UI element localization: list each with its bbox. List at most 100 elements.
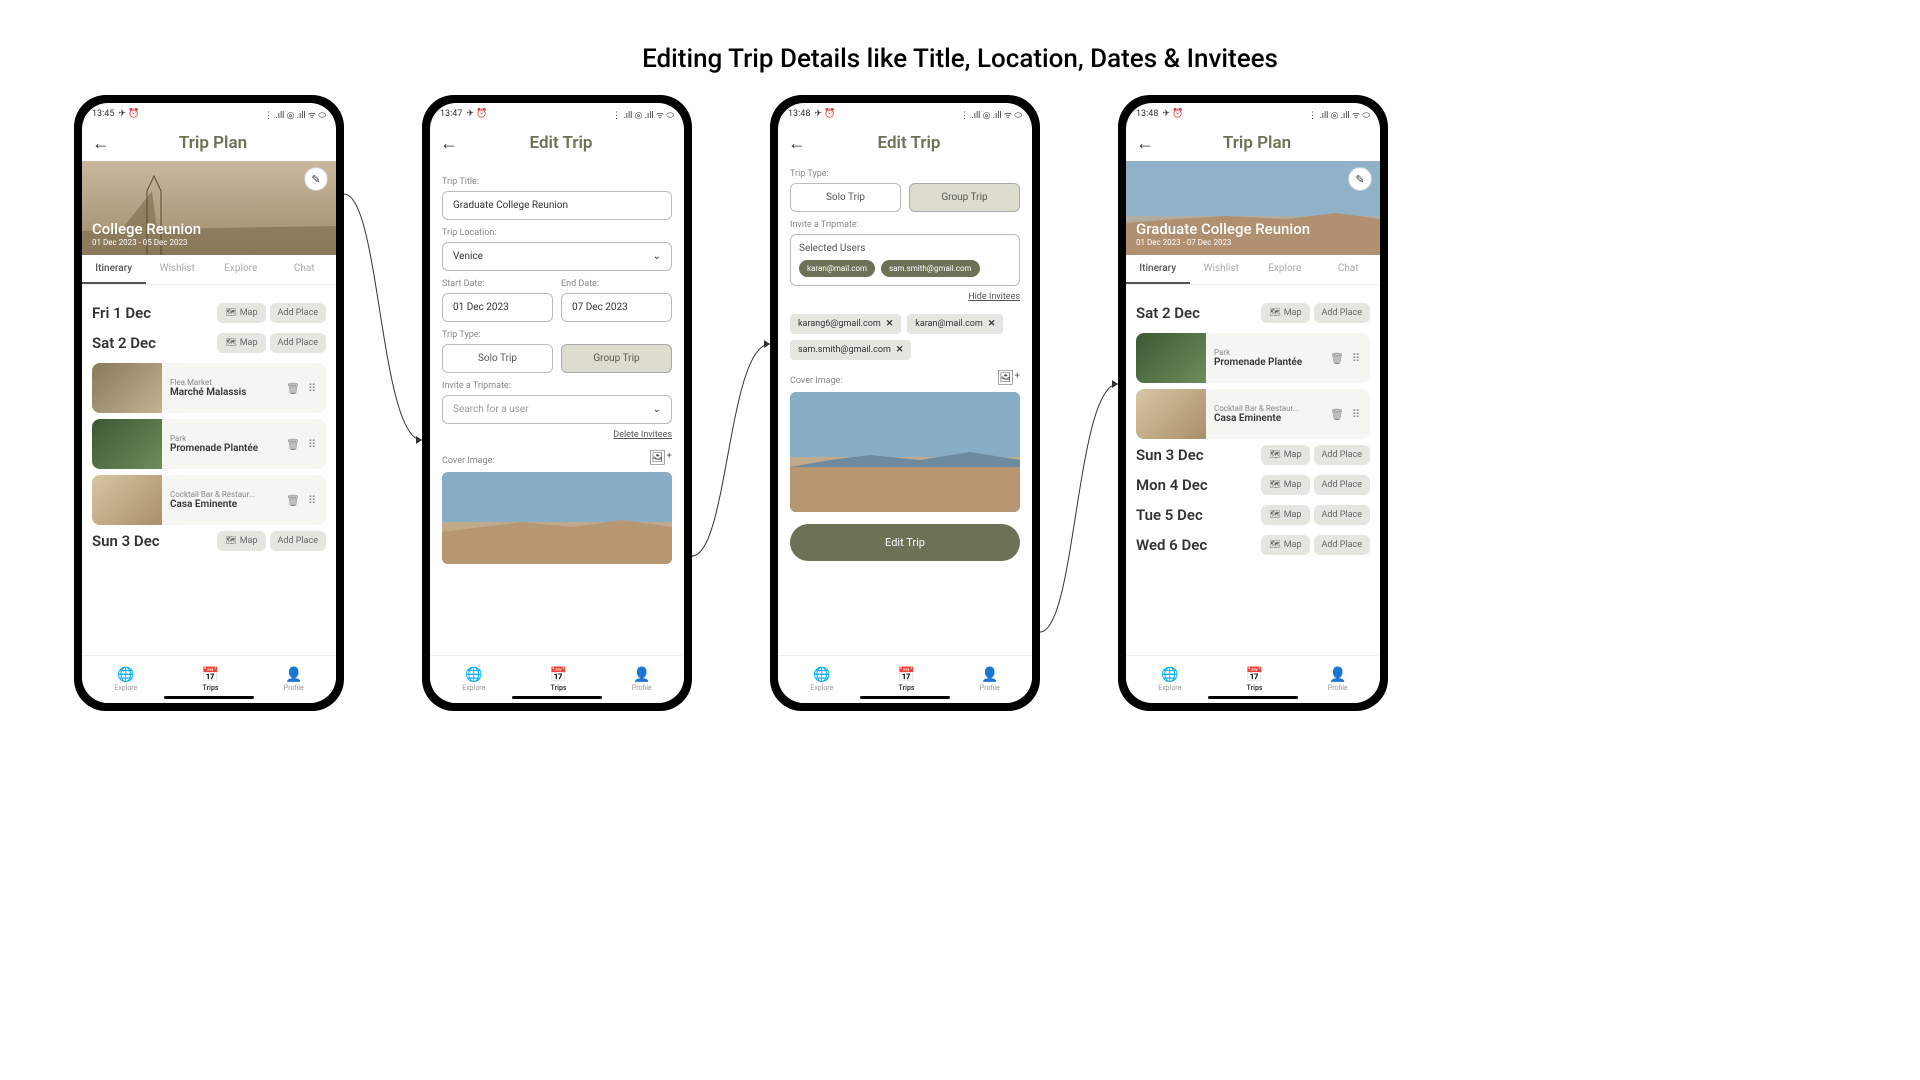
back-arrow-icon[interactable]: ← — [440, 133, 458, 154]
drag-handle-icon[interactable]: ⠿ — [1352, 408, 1360, 421]
place-card[interactable]: ParkPromenade Plantée 🗑⠿ — [1136, 333, 1370, 383]
edit-trip-button[interactable]: ✎ — [1348, 167, 1372, 191]
day-header: Sat 2 Dec — [1136, 304, 1200, 322]
add-place-button[interactable]: Add Place — [1314, 303, 1371, 323]
place-card[interactable]: Cocktail Bar & Restaur...Casa Eminente 🗑… — [1136, 389, 1370, 439]
delete-icon[interactable]: 🗑 — [286, 382, 300, 395]
map-button[interactable]: 🗺Map — [1261, 505, 1309, 525]
cover-image-preview[interactable] — [442, 472, 672, 564]
drag-handle-icon[interactable]: ⠿ — [308, 438, 316, 451]
place-card[interactable]: ParkPromenade Plantée 🗑⠿ — [92, 419, 326, 469]
place-card[interactable]: Cocktail Bar & Restaur...Casa Eminente 🗑… — [92, 475, 326, 525]
user-search-select[interactable]: Search for a user⌄ — [442, 395, 672, 424]
close-icon[interactable]: ✕ — [896, 345, 904, 355]
day-header: Tue 5 Dec — [1136, 506, 1203, 524]
tab-wishlist[interactable]: Wishlist — [1190, 255, 1254, 284]
solo-trip-button[interactable]: Solo Trip — [790, 183, 901, 212]
invitee-chip[interactable]: karang6@gmail.com✕ — [790, 314, 901, 334]
nav-trips[interactable]: 📅Trips — [202, 667, 219, 692]
phone-frame-1: 13:45✈ ⏰ ⋮ .ıll ◎ .ıll ᯤ ⬭ ← Trip Plan ✎… — [74, 95, 344, 711]
invitee-chip[interactable]: sam.smith@gmail.com✕ — [790, 340, 911, 360]
edit-trip-button[interactable]: ✎ — [304, 167, 328, 191]
hide-invitees-link[interactable]: Hide Invitees — [790, 292, 1020, 302]
nav-profile[interactable]: 👤Profile — [980, 667, 1000, 692]
close-icon[interactable]: ✕ — [886, 319, 894, 329]
nav-explore[interactable]: 🌐Explore — [1158, 667, 1181, 692]
tab-chat[interactable]: Chat — [273, 255, 337, 284]
cover-image-preview[interactable] — [790, 392, 1020, 512]
trip-location-select[interactable]: Venice⌄ — [442, 242, 672, 271]
map-button[interactable]: 🗺Map — [1261, 303, 1309, 323]
tab-itinerary[interactable]: Itinerary — [1126, 255, 1190, 284]
drag-handle-icon[interactable]: ⠿ — [1352, 352, 1360, 365]
add-place-button[interactable]: Add Place — [1314, 475, 1371, 495]
delete-icon[interactable]: 🗑 — [1330, 408, 1344, 421]
tab-wishlist[interactable]: Wishlist — [146, 255, 210, 284]
nav-explore[interactable]: 🌐Explore — [462, 667, 485, 692]
delete-invitees-link[interactable]: Delete Invitees — [442, 430, 672, 440]
delete-icon[interactable]: 🗑 — [286, 438, 300, 451]
map-button[interactable]: 🗺Map — [217, 333, 265, 353]
tab-itinerary[interactable]: Itinerary — [82, 255, 146, 284]
delete-icon[interactable]: 🗑 — [286, 494, 300, 507]
screen-title: Edit Trip — [468, 133, 654, 153]
place-card[interactable]: Flea MarketMarché Malassis 🗑⠿ — [92, 363, 326, 413]
tab-explore[interactable]: Explore — [209, 255, 273, 284]
map-button[interactable]: 🗺Map — [217, 303, 265, 323]
tab-explore[interactable]: Explore — [1253, 255, 1317, 284]
add-image-icon[interactable]: 🖼⁺ — [649, 450, 672, 466]
drag-handle-icon[interactable]: ⠿ — [308, 494, 316, 507]
trip-title-input[interactable]: Graduate College Reunion — [442, 191, 672, 220]
nav-trips[interactable]: 📅Trips — [1246, 667, 1263, 692]
map-button[interactable]: 🗺Map — [1261, 475, 1309, 495]
nav-profile[interactable]: 👤Profile — [284, 667, 304, 692]
add-place-button[interactable]: Add Place — [270, 333, 327, 353]
map-icon: 🗺 — [225, 536, 236, 546]
add-place-button[interactable]: Add Place — [1314, 445, 1371, 465]
place-name: Promenade Plantée — [170, 443, 278, 454]
status-icons-left: ✈ ⏰ — [814, 109, 835, 119]
nav-trips[interactable]: 📅Trips — [898, 667, 915, 692]
edit-trip-submit-button[interactable]: Edit Trip — [790, 524, 1020, 561]
group-trip-button[interactable]: Group Trip — [909, 183, 1020, 212]
back-arrow-icon[interactable]: ← — [788, 133, 806, 154]
label-trip-title: Trip Title: — [442, 177, 672, 187]
add-place-button[interactable]: Add Place — [1314, 535, 1371, 555]
nav-profile[interactable]: 👤Profile — [632, 667, 652, 692]
nav-explore[interactable]: 🌐Explore — [114, 667, 137, 692]
calendar-icon: 📅 — [1246, 667, 1263, 683]
add-image-icon[interactable]: 🖼⁺ — [997, 370, 1020, 386]
solo-trip-button[interactable]: Solo Trip — [442, 344, 553, 373]
start-date-input[interactable]: 01 Dec 2023 — [442, 293, 553, 322]
selected-user-chip[interactable]: karan@mail.com — [799, 260, 875, 277]
status-icons-right: ⋮ .ıll ◎ .ıll ᯤ ⬭ — [264, 108, 326, 121]
map-icon: 🗺 — [1269, 510, 1280, 520]
status-time: 13:45 — [92, 109, 114, 119]
back-arrow-icon[interactable]: ← — [92, 133, 110, 154]
delete-icon[interactable]: 🗑 — [1330, 352, 1344, 365]
back-arrow-icon[interactable]: ← — [1136, 133, 1154, 154]
day-header: Mon 4 Dec — [1136, 476, 1208, 494]
place-name: Casa Eminente — [1214, 413, 1322, 424]
map-button[interactable]: 🗺Map — [217, 531, 265, 551]
nav-trips[interactable]: 📅Trips — [550, 667, 567, 692]
tab-chat[interactable]: Chat — [1317, 255, 1381, 284]
nav-explore[interactable]: 🌐Explore — [810, 667, 833, 692]
close-icon[interactable]: ✕ — [988, 319, 996, 329]
calendar-icon: 📅 — [550, 667, 567, 683]
home-indicator — [164, 696, 254, 699]
drag-handle-icon[interactable]: ⠿ — [308, 382, 316, 395]
add-place-button[interactable]: Add Place — [270, 531, 327, 551]
map-button[interactable]: 🗺Map — [1261, 535, 1309, 555]
add-place-button[interactable]: Add Place — [1314, 505, 1371, 525]
selected-user-chip[interactable]: sam.smith@gmail.com — [881, 260, 980, 277]
add-place-button[interactable]: Add Place — [270, 303, 327, 323]
end-date-input[interactable]: 07 Dec 2023 — [561, 293, 672, 322]
map-button[interactable]: 🗺Map — [1261, 445, 1309, 465]
place-category: Cocktail Bar & Restaur... — [170, 490, 278, 499]
invitee-chip[interactable]: karan@mail.com✕ — [907, 314, 1003, 334]
trip-dates: 01 Dec 2023 - 05 Dec 2023 — [92, 238, 326, 247]
status-time: 13:48 — [1136, 109, 1158, 119]
group-trip-button[interactable]: Group Trip — [561, 344, 672, 373]
nav-profile[interactable]: 👤Profile — [1328, 667, 1348, 692]
